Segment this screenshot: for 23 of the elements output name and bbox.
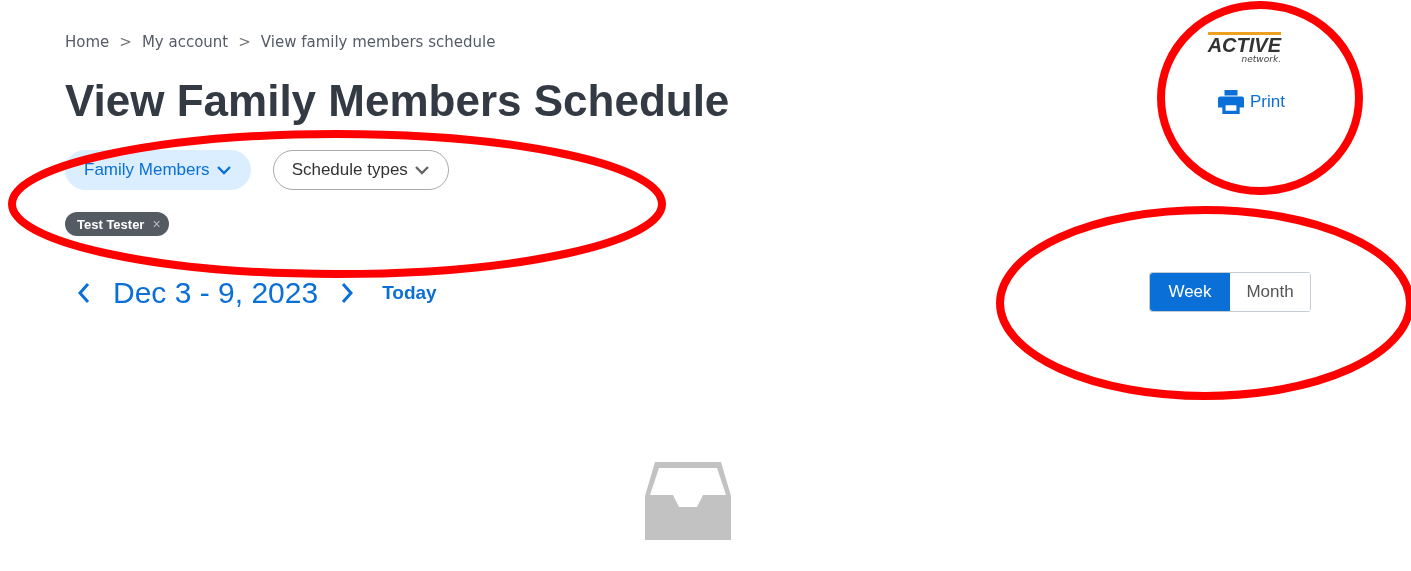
remove-button[interactable]: × — [150, 216, 163, 232]
chip-label: Test Tester — [77, 216, 145, 232]
previous-button[interactable] — [77, 282, 91, 304]
chevron-down-icon — [413, 165, 430, 175]
chevron-left-icon — [77, 282, 91, 304]
next-button[interactable] — [340, 282, 355, 304]
filter-dropdown[interactable]: Family Members — [65, 150, 251, 190]
empty-inbox-icon — [644, 462, 731, 540]
view-tab[interactable]: Week — [1150, 273, 1230, 311]
breadcrumb-link[interactable]: View family members schedule — [260, 33, 496, 51]
breadcrumb-separator: > — [119, 33, 132, 51]
today-link[interactable]: Today — [382, 282, 437, 304]
breadcrumb-link[interactable]: My account — [141, 33, 229, 51]
page-title: View Family Members Schedule — [65, 76, 730, 126]
printer-icon — [1218, 90, 1245, 114]
logo: ACTIVE network. — [1207, 32, 1281, 64]
filter-dropdown[interactable]: Schedule types — [272, 150, 449, 190]
breadcrumb-separator: > — [238, 33, 251, 51]
breadcrumb-link[interactable]: Home — [65, 33, 110, 51]
chevron-right-icon — [340, 282, 355, 304]
date-range: Dec 3 - 9, 2023 — [113, 276, 319, 310]
print-link[interactable]: Print — [1218, 90, 1285, 114]
chevron-down-icon — [215, 165, 232, 175]
